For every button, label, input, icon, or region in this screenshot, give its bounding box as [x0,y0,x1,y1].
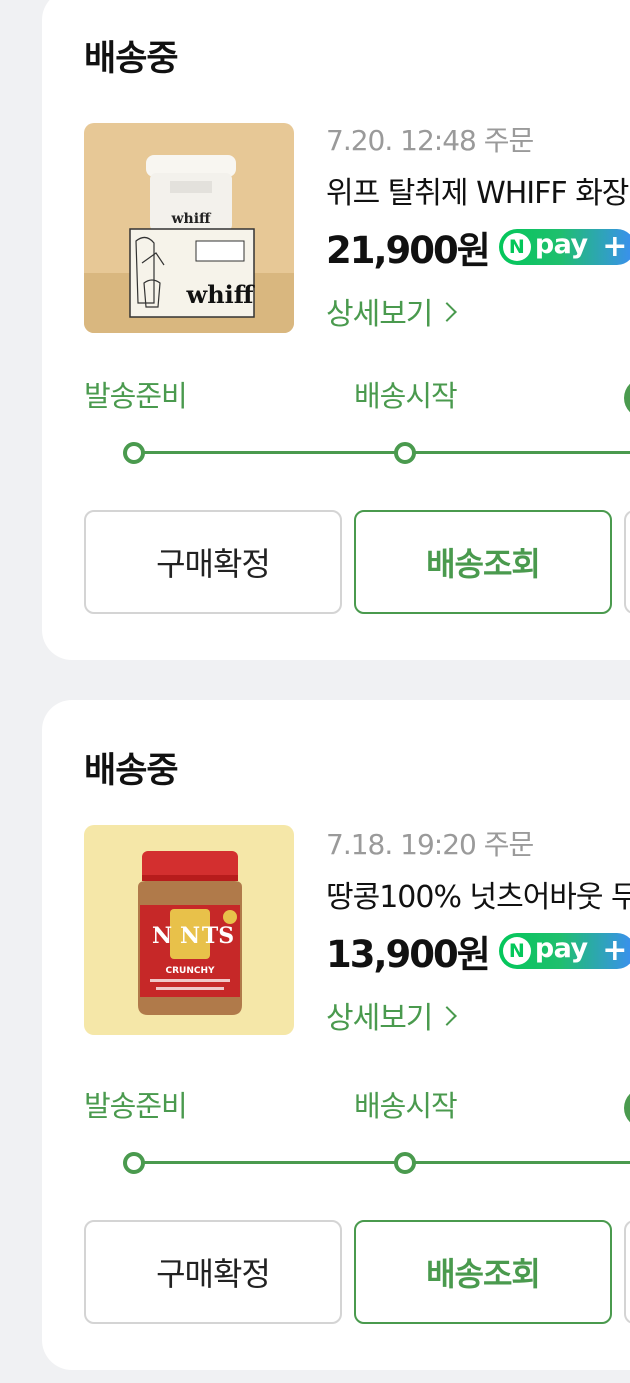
progress-dot-shipping-started [394,442,416,464]
order-date: 7.18. 19:20 주문 [326,828,534,861]
plus-icon: + [602,933,628,968]
product-thumbnail[interactable]: N N TS CRUNCHY [84,825,294,1035]
order-info: 7.20. 12:48 주문 위프 탈취제 WHIFF 화장 21,900원 N… [326,121,630,333]
progress-track [134,451,630,454]
npay-plus-badge: N pay + [498,229,630,265]
order-list-page: 배송중 whiff whiff 7.20. 12:48 주문 위프 탈취제 WH… [0,0,630,1383]
naver-n-icon: N [502,937,531,965]
view-details-link[interactable]: 상세보기 [326,993,630,1037]
current-step-icon [624,1088,630,1128]
order-info: 7.18. 19:20 주문 땅콩100% 넛츠어바웃 무 13,900원 N … [326,825,630,1037]
product-name[interactable]: 위프 탈취제 WHIFF 화장 [326,173,630,215]
svg-text:whiff: whiff [186,280,255,309]
track-delivery-button[interactable]: 배송조회 [354,1220,612,1324]
svg-text:CRUNCHY: CRUNCHY [165,966,215,976]
progress-dot-preparing [123,1152,145,1174]
nuts-product-image: N N TS CRUNCHY [84,825,294,1035]
delivery-status-title: 배송중 [84,39,179,79]
confirm-purchase-button[interactable]: 구매확정 [84,510,342,614]
price-row: 13,900원 N pay + [326,925,630,977]
progress-track [134,1161,630,1164]
naver-n-icon: N [502,233,531,261]
svg-text:whiff: whiff [170,211,212,227]
price-row: 21,900원 N pay + [326,221,630,273]
view-details-label: 상세보기 [326,297,433,332]
price: 21,900원 [326,229,491,272]
whiff-product-image: whiff whiff [84,123,294,333]
product-thumbnail[interactable]: whiff whiff [84,123,294,333]
current-step-icon [624,378,630,418]
product-name[interactable]: 땅콩100% 넛츠어바웃 무 [326,877,630,919]
npay-plus-badge: N pay + [498,933,630,969]
npay-label: pay [534,933,588,964]
nuts-logo: N [180,923,200,949]
plus-icon: + [602,229,628,264]
progress-dot-preparing [123,442,145,464]
progress-dot-shipping-started [394,1152,416,1174]
order-card: 배송중 whiff whiff 7.20. 12:48 주문 위프 탈취제 WH… [42,0,630,660]
delivery-status-title: 배송중 [84,751,179,791]
step-label-shipping-started: 배송시작 [354,379,458,413]
step-label-preparing: 발송준비 [84,1089,188,1123]
svg-text:TS: TS [202,923,234,949]
more-actions-button[interactable] [624,510,630,614]
npay-label: pay [534,229,588,260]
step-label-shipping-started: 배송시작 [354,1089,458,1123]
svg-text:N: N [152,923,172,949]
view-details-link[interactable]: 상세보기 [326,289,630,333]
more-actions-button[interactable] [624,1220,630,1324]
chevron-right-icon [437,302,458,322]
track-delivery-button[interactable]: 배송조회 [354,510,612,614]
step-label-preparing: 발송준비 [84,379,188,413]
view-details-label: 상세보기 [326,1001,433,1036]
order-date: 7.20. 12:48 주문 [326,124,534,157]
chevron-right-icon [437,1006,458,1026]
confirm-purchase-button[interactable]: 구매확정 [84,1220,342,1324]
price: 13,900원 [326,933,491,976]
order-card: 배송중 N N TS CRUNCHY 7.18. 19:20 주문 땅콩100%… [42,700,630,1370]
